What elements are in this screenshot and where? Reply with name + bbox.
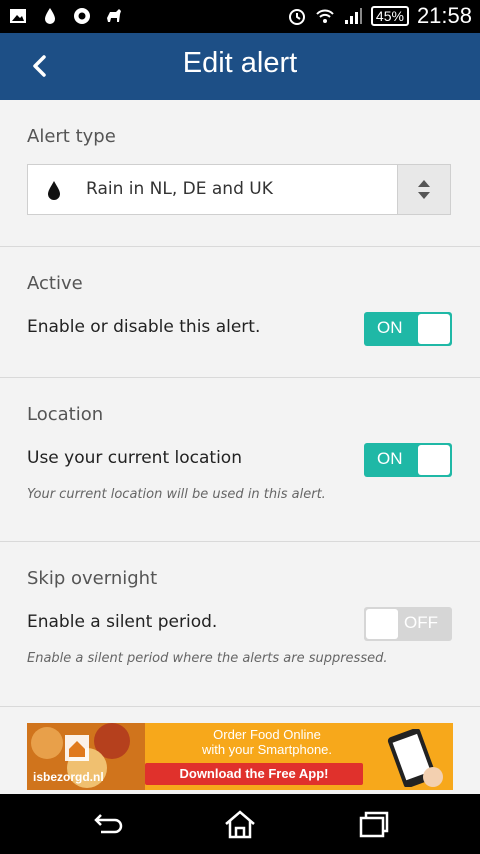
skip-overnight-hint: Enable a silent period where the alerts … [27,651,388,666]
recent-apps-icon[interactable] [353,808,393,840]
active-heading: Active [27,273,83,294]
location-toggle[interactable]: ON [364,443,452,477]
location-hint: Your current location will be used in th… [27,487,326,502]
up-down-arrows-icon [418,180,430,199]
ad-image: isbezorgd.nl [27,723,145,790]
ad-brand: isbezorgd.nl [33,770,104,784]
status-bar: 45% 21:58 [0,0,480,33]
app-bar: Edit alert [0,33,480,100]
wifi-icon [316,9,334,23]
section-location: Location Use your current location ON Yo… [0,378,480,542]
circle-app-icon [74,8,90,24]
toggle-knob [418,314,450,344]
skip-overnight-label: Enable a silent period. [27,612,218,632]
status-time: 21:58 [416,3,472,28]
ad-download-button[interactable]: Download the Free App! [145,763,363,785]
skip-overnight-heading: Skip overnight [27,568,158,589]
toggle-state: ON [377,449,403,468]
ad-banner[interactable]: isbezorgd.nl Order Food Online with your… [27,723,453,790]
section-active: Active Enable or disable this alert. ON [0,247,480,378]
section-alert-type: Alert type Rain in NL, DE and UK [0,100,480,247]
active-toggle[interactable]: ON [364,312,452,346]
drop-icon [45,8,55,24]
toggle-state: ON [377,318,403,337]
ad-line2: with your Smartphone. [201,742,333,757]
page-title: Edit alert [182,47,298,79]
alert-type-heading: Alert type [27,126,116,147]
signal-icon [344,8,362,24]
alert-type-value: Rain in NL, DE and UK [86,179,273,199]
phone-image [387,729,443,787]
active-label: Enable or disable this alert. [27,317,261,337]
alert-type-select[interactable]: Rain in NL, DE and UK [27,164,451,215]
alarm-icon [288,9,305,25]
select-arrows[interactable] [397,165,450,214]
drop-icon [48,181,60,200]
ad-line1: Order Food Online [213,727,321,742]
back-icon[interactable] [87,808,127,840]
navigation-bar [0,794,480,854]
gallery-icon [10,9,26,23]
location-label: Use your current location [27,448,242,468]
toggle-knob [366,609,398,639]
home-icon[interactable] [220,808,260,840]
toggle-state: OFF [404,613,438,632]
skip-overnight-toggle[interactable]: OFF [364,607,452,641]
section-skip-overnight: Skip overnight Enable a silent period. O… [0,542,480,707]
animal-icon [107,9,121,22]
location-heading: Location [27,404,104,425]
toggle-knob [418,445,450,475]
battery-indicator: 45% [370,6,409,26]
